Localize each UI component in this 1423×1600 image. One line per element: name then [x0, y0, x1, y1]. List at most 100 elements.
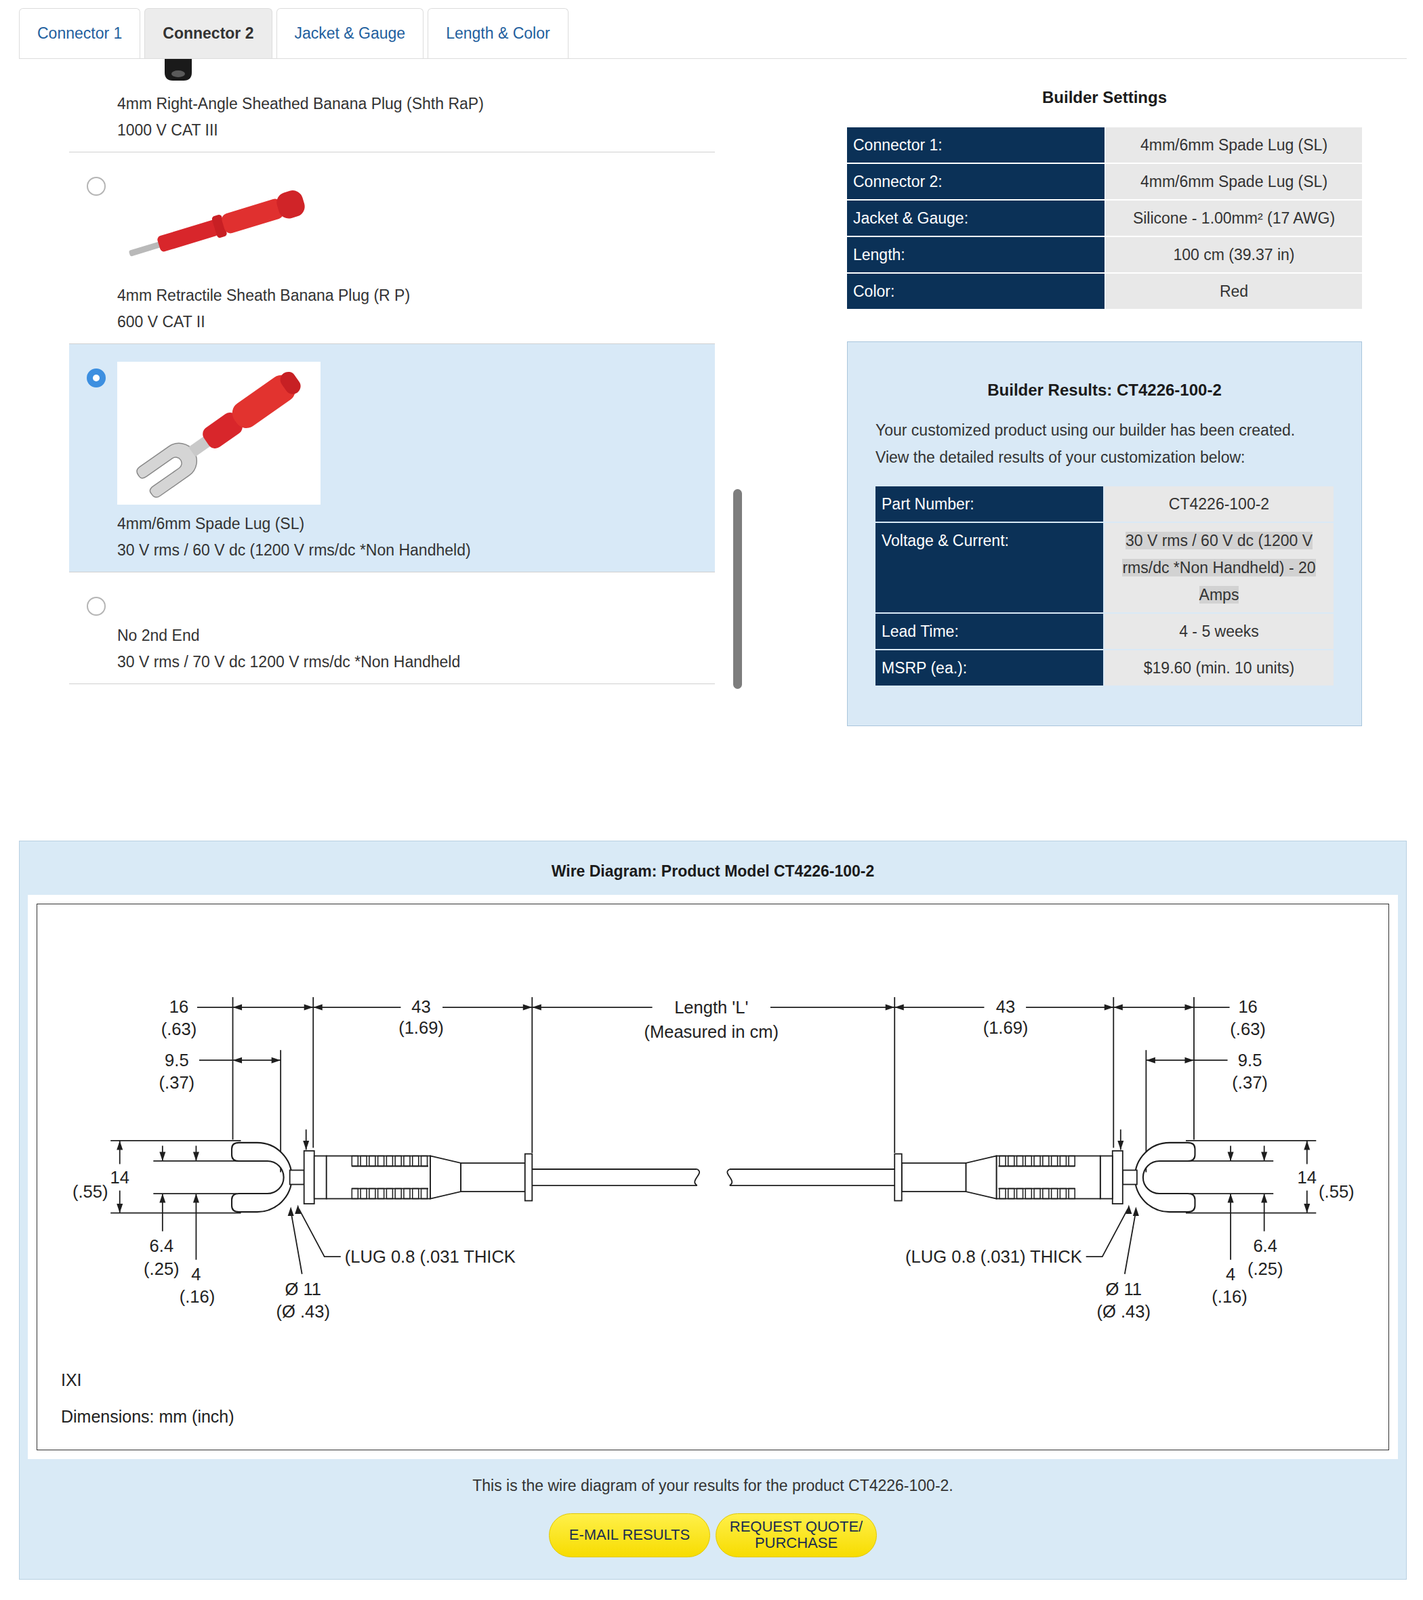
results-row: Lead Time:4 - 5 weeks [875, 613, 1334, 650]
settings-value: 4mm/6mm Spade Lug (SL) [1105, 163, 1363, 200]
dimension-label: (Ø .43) [1097, 1302, 1151, 1322]
option-name: 4mm/6mm Spade Lug (SL) [117, 510, 715, 538]
results-intro: Your customized product using our builde… [875, 416, 1334, 471]
dimension-line [153, 1193, 237, 1195]
settings-label: Jacket & Gauge: [847, 200, 1105, 236]
option-radio[interactable] [86, 176, 106, 196]
dimension-line [531, 1006, 652, 1009]
dimension-line [531, 1168, 697, 1171]
dimension-line [531, 1185, 697, 1187]
builder-tab[interactable]: Connector 2 [144, 8, 272, 59]
dimension-arrow-icon [1117, 1141, 1124, 1151]
cable-end: 16(.63)43(1.69)9.5(.37)14(.55)6.4(.25)4(… [727, 997, 1354, 1323]
dimension-label: 6.4 [149, 1236, 175, 1256]
wire-diagram-title: Wire Diagram: Product Model CT4226-100-2 [27, 859, 1398, 884]
action-button[interactable]: E-MAIL RESULTS [548, 1513, 711, 1558]
dimension-arrow-icon [1184, 1057, 1194, 1064]
dimension-arrow-icon [116, 1204, 123, 1214]
dimension-label: (Ø .43) [275, 1302, 330, 1322]
dimension-label: 9.5 [164, 1050, 190, 1070]
dimension-line [729, 1185, 895, 1187]
results-label: MSRP (ea.): [875, 650, 1104, 686]
option-radio[interactable] [86, 368, 106, 388]
option-name: No 2nd End [117, 622, 715, 650]
dimension-line [195, 1193, 198, 1261]
option-body: No 2nd End30 V rms / 70 V dc 1200 V rms/… [117, 572, 715, 676]
dimension-line [1124, 1211, 1137, 1275]
dimension-label: Ø 11 [284, 1280, 321, 1299]
builder-side-panel: Builder SettingsConnector 1:4mm/6mm Spad… [847, 58, 1363, 841]
dimension-arrow-icon [1261, 1193, 1268, 1204]
connector-option[interactable]: 4mm Retractile Sheath Banana Plug (R P)6… [69, 152, 715, 345]
dimension-arrow-icon [193, 1193, 200, 1204]
builder-tab[interactable]: Connector 1 [18, 8, 141, 59]
product-photo [117, 58, 321, 87]
settings-value: Red [1105, 273, 1363, 309]
settings-value: 4mm/6mm Spade Lug (SL) [1105, 127, 1363, 163]
option-image [117, 170, 321, 277]
settings-row: Connector 1:4mm/6mm Spade Lug (SL) [847, 127, 1363, 163]
dimension-line [1189, 1193, 1274, 1195]
option-scrollbar [733, 58, 742, 737]
connector-option[interactable]: 4mm/6mm Spade Lug (SL)30 V rms / 60 V dc… [69, 344, 715, 573]
dimension-label: (.55) [1318, 1182, 1355, 1202]
settings-row: Jacket & Gauge:Silicone - 1.00mm² (17 AW… [847, 200, 1363, 236]
results-row: MSRP (ea.):$19.60 (min. 10 units) [875, 650, 1334, 686]
dimension-arrow-icon [885, 1004, 896, 1012]
option-radio[interactable] [86, 596, 106, 616]
dimension-label: 4 [1225, 1265, 1236, 1285]
action-button[interactable]: REQUEST QUOTE/PURCHASE [715, 1513, 877, 1558]
builder-main: 4mm Right-Angle Sheathed Banana Plug (Sh… [18, 58, 1407, 841]
scrollbar-thumb[interactable] [733, 489, 742, 690]
dimension-label: (.55) [72, 1182, 109, 1202]
connector-option[interactable]: No 2nd End30 V rms / 70 V dc 1200 V rms/… [69, 572, 715, 685]
dimension-arrow-icon [1132, 1207, 1140, 1218]
product-photo [117, 361, 321, 505]
settings-row: Length:100 cm (39.37 in) [847, 237, 1363, 273]
dimension-line [729, 1168, 895, 1171]
dimension-arrow-icon [1104, 1004, 1115, 1012]
option-rating: 30 V rms / 60 V dc (1200 V rms/dc *Non H… [117, 537, 715, 564]
option-body: 4mm/6mm Spade Lug (SL)30 V rms / 60 V dc… [117, 344, 715, 564]
dimension-arrow-icon [287, 1207, 295, 1218]
dimension-label: (.63) [1229, 1019, 1266, 1039]
dimension-label: (.37) [1231, 1073, 1268, 1093]
results-label: Lead Time: [875, 613, 1104, 650]
dimension-line [290, 1211, 303, 1275]
dimension-label: 14 [110, 1168, 130, 1188]
dimension-label: Length 'L' [674, 998, 749, 1018]
dimension-arrow-icon [531, 1004, 542, 1012]
dimension-label: Ø 11 [1105, 1280, 1142, 1299]
dimension-label: (Measured in cm) [643, 1022, 779, 1042]
dimension-arrow-icon [1303, 1141, 1310, 1151]
settings-value: 100 cm (39.37 in) [1105, 237, 1363, 273]
dimension-arrow-icon [1145, 1057, 1156, 1064]
settings-row: Color:Red [847, 273, 1363, 309]
option-image [117, 58, 321, 87]
dimension-line [1193, 997, 1195, 1140]
dimension-label: (.63) [161, 1019, 198, 1039]
dimension-line [770, 1006, 895, 1009]
dimension-arrow-icon [193, 1151, 200, 1162]
results-heading: Builder Results: CT4226-100-2 [875, 378, 1334, 403]
dimension-line [531, 997, 533, 1154]
dimension-label: (.25) [143, 1259, 180, 1279]
wire-diagram-frame: 16(.63)43(1.69)9.5(.37)14(.55)6.4(.25)4(… [27, 895, 1398, 1460]
builder-tab[interactable]: Length & Color [427, 8, 568, 59]
dimension-label: (LUG 0.8 (.031) THICK [905, 1247, 1083, 1267]
dimension-arrow-icon [894, 1004, 904, 1012]
wire-diagram-sheet: 16(.63)43(1.69)9.5(.37)14(.55)6.4(.25)4(… [36, 903, 1390, 1451]
dimension-label: (1.69) [398, 1018, 444, 1038]
builder-tab[interactable]: Jacket & Gauge [276, 8, 425, 59]
results-label: Part Number: [875, 486, 1104, 522]
dimension-label: 14 [1297, 1168, 1317, 1188]
cable-builder-page: Connector 1Connector 2Jacket & GaugeLeng… [0, 0, 1407, 1581]
dimension-arrow-icon [523, 1004, 533, 1012]
dimension-line [1185, 1212, 1316, 1215]
settings-value: Silicone - 1.00mm² (17 AWG) [1105, 200, 1363, 236]
dimension-line [110, 1212, 241, 1215]
results-box: Builder Results: CT4226-100-2 Your custom… [847, 341, 1363, 727]
dimension-arrow-icon [1303, 1204, 1310, 1214]
connector-option[interactable]: 4mm Right-Angle Sheathed Banana Plug (Sh… [69, 58, 715, 153]
product-photo [117, 170, 321, 277]
